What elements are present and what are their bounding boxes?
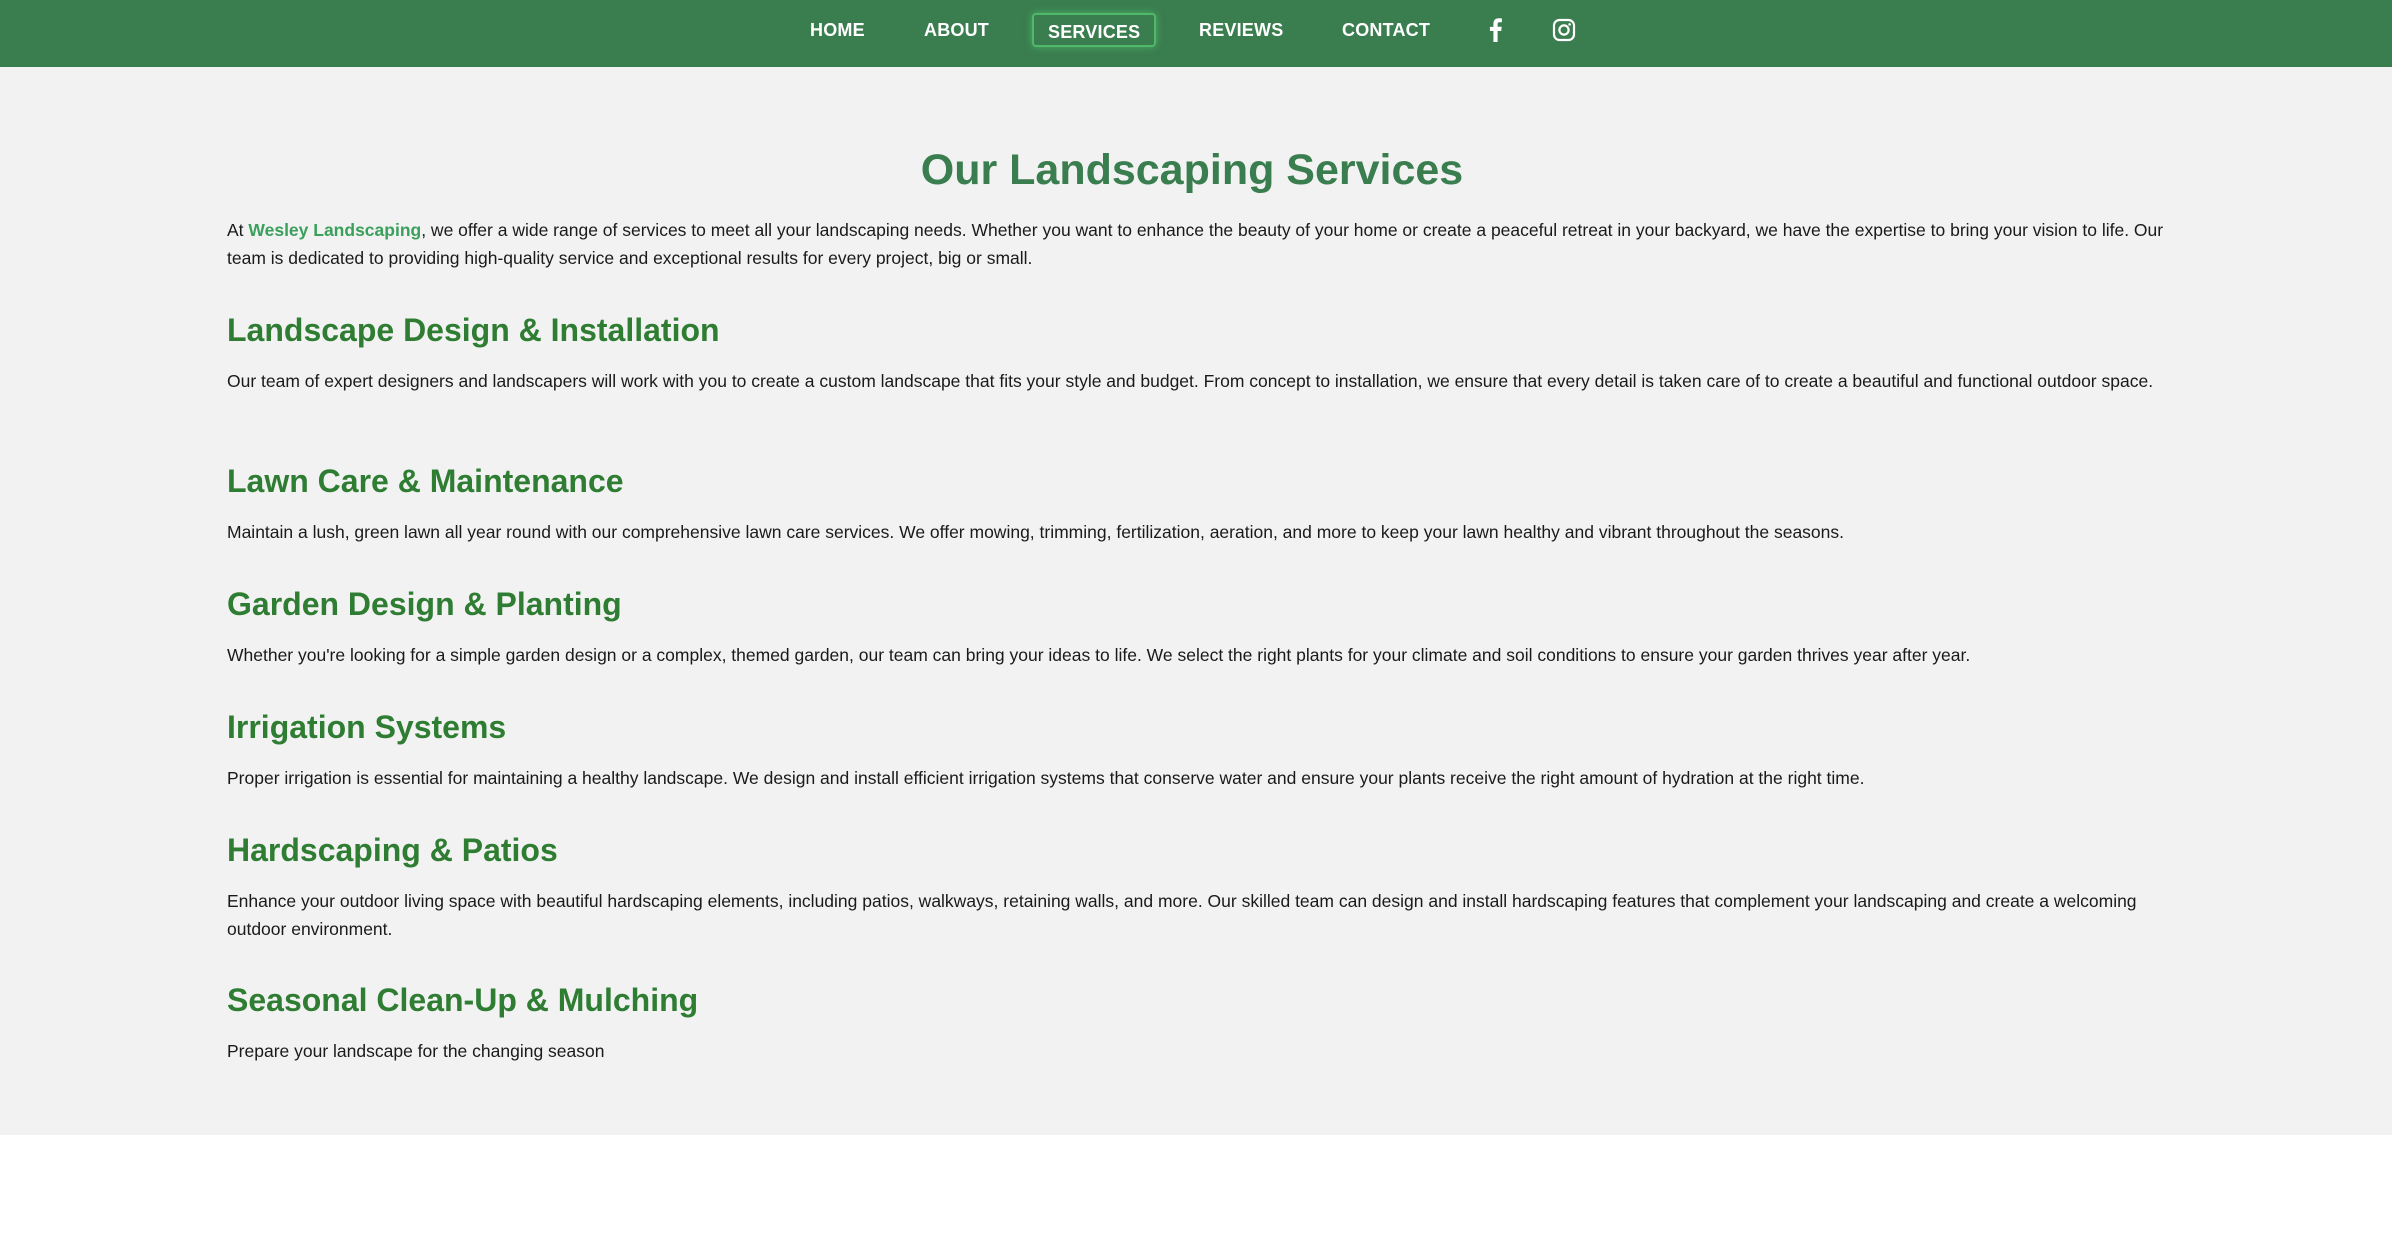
page-title: Our Landscaping Services <box>920 146 1464 194</box>
service-title: Garden Design & Planting <box>227 586 622 622</box>
service-title: Landscape Design & Installation <box>227 312 720 348</box>
service-description: Our team of expert designers and landsca… <box>227 371 2154 391</box>
service-title: Irrigation Systems <box>227 709 507 745</box>
service-description: Whether you're looking for a simple gard… <box>227 645 1971 665</box>
intro-prefix: At <box>227 220 249 240</box>
instagram-icon[interactable] <box>1551 17 1577 43</box>
nav-services-link[interactable]: SERVICES <box>1032 13 1157 47</box>
nav-contact-link[interactable]: CONTACT <box>1342 0 1430 67</box>
services-section: Our Landscaping Services At Wesley Lands… <box>0 67 2392 1135</box>
brand-name: Wesley Landscaping <box>248 220 422 240</box>
service-description: Maintain a lush, green lawn all year rou… <box>227 522 1844 542</box>
intro-paragraph: At Wesley Landscaping, we offer a wide r… <box>227 216 2167 272</box>
service-description: Proper irrigation is essential for maint… <box>227 768 1865 788</box>
nav-reviews-link[interactable]: REVIEWS <box>1199 0 1283 67</box>
service-title: Hardscaping & Patios <box>227 832 558 868</box>
top-navbar: HOME ABOUT SERVICES REVIEWS CONTACT <box>0 0 2392 67</box>
nav-about-link[interactable]: ABOUT <box>924 0 989 67</box>
nav-home-link[interactable]: HOME <box>810 0 865 67</box>
intro-text: , we offer a wide range of services to m… <box>227 220 2164 268</box>
service-description: Prepare your landscape for the changing … <box>227 1041 605 1061</box>
service-description: Enhance your outdoor living space with b… <box>227 891 2137 939</box>
facebook-icon[interactable] <box>1483 17 1509 43</box>
service-title: Lawn Care & Maintenance <box>227 463 624 499</box>
service-title: Seasonal Clean-Up & Mulching <box>227 982 699 1018</box>
